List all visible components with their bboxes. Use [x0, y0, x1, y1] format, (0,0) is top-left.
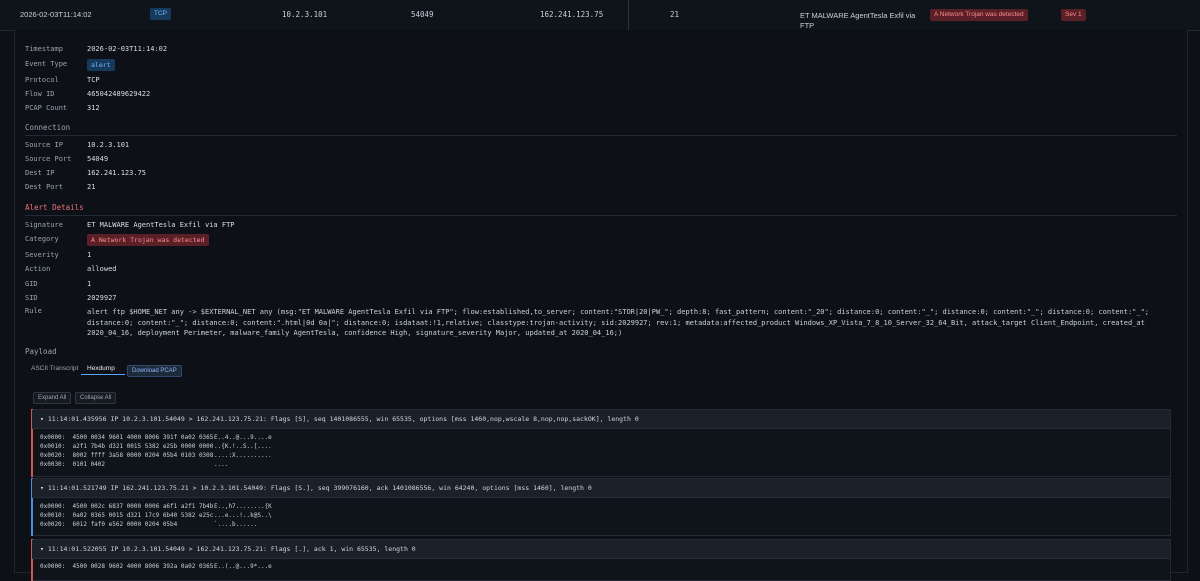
- alert-summary-row[interactable]: 2026-02-03T11:14:02 TCP 10.2.3.101 54049…: [0, 0, 1200, 31]
- section-divider: [25, 135, 1177, 136]
- collapse-all-button[interactable]: Collapse All: [75, 392, 117, 404]
- packet-block: ▾ 11:14:01.522055 IP 10.2.3.101.54049 > …: [31, 539, 1171, 581]
- ascii-line: ....: [214, 461, 229, 468]
- hex-line: 0x0000: 4500 0028 9602 4000 8006 392a 0a…: [40, 563, 214, 570]
- section-alert-details-title: Alert Details: [25, 203, 84, 212]
- packet-header[interactable]: ▾ 11:14:01.435956 IP 10.2.3.101.54049 > …: [32, 410, 1170, 429]
- ascii-line: E..,h7........{K: [214, 503, 272, 510]
- summary-src-ip: 10.2.3.101: [282, 10, 328, 19]
- hex-line: 0x0020: 6012 faf0 e562 0000 0204 05b4: [40, 521, 178, 528]
- column-divider: [628, 0, 629, 30]
- hex-line: 0x0000: 4500 002c 6837 0000 0006 a6f1 a2…: [40, 503, 214, 510]
- summary-src-port: 54049: [411, 10, 434, 19]
- hex-line: 0x0020: 8002 ffff 3a58 0000 0204 05b4 01…: [40, 452, 214, 459]
- summary-dest-ip: 162.241.123.75: [540, 10, 604, 19]
- ascii-line: E..(..@...9*...e: [214, 563, 272, 570]
- summary-protocol-badge: TCP: [150, 8, 171, 20]
- packet-header[interactable]: ▾ 11:14:01.522055 IP 10.2.3.101.54049 > …: [32, 540, 1170, 559]
- section-payload-title: Payload: [25, 347, 57, 356]
- tab-hexdump[interactable]: Hexdump: [87, 365, 115, 372]
- tab-ascii-transcript[interactable]: ASCII Transcript: [31, 365, 78, 372]
- section-divider: [25, 215, 1177, 216]
- hex-line: 0x0030: 0101 0402: [40, 461, 106, 468]
- download-pcap-button[interactable]: Download PCAP: [127, 365, 182, 377]
- summary-category-badge: A Network Trojan was detected: [930, 9, 1028, 21]
- hex-line: 0x0010: a2f1 7b4b d321 0015 5382 e25b 00…: [40, 443, 214, 450]
- summary-signature: ET MALWARE AgentTesla Exfil via FTP: [800, 11, 916, 30]
- summary-timestamp: 2026-02-03T11:14:02: [20, 10, 92, 19]
- active-tab-indicator: [81, 374, 125, 375]
- packet-header[interactable]: ▾ 11:14:01.521749 IP 162.241.123.75.21 >…: [32, 479, 1170, 498]
- alert-detail-panel: Timestamp 2026-02-03T11:14:02 Event Type a…: [14, 30, 1188, 581]
- category-badge: A Network Trojan was detected: [87, 234, 209, 246]
- event-type-badge: alert: [87, 59, 115, 71]
- ascii-line: `....b......: [214, 521, 258, 528]
- hex-line: 0x0010: 0a02 0365 0015 d321 17c9 6b40 53…: [40, 512, 214, 519]
- alert-rule-text: alert ftp $HOME_NET any -> $EXTERNAL_NET…: [87, 308, 1150, 337]
- expand-all-button[interactable]: Expand All: [33, 392, 72, 404]
- packet-block: ▾ 11:14:01.435956 IP 10.2.3.101.54049 > …: [31, 409, 1171, 477]
- ascii-line: ....:X..........: [214, 452, 272, 459]
- summary-severity-badge: Sev 1: [1061, 9, 1086, 21]
- packet-block: ▾ 11:14:01.521749 IP 162.241.123.75.21 >…: [31, 478, 1171, 536]
- section-connection-title: Connection: [25, 123, 71, 132]
- ascii-line: ...e...!..k@S..\: [214, 512, 272, 519]
- ascii-line: ..{K.!..S..[....: [214, 443, 272, 450]
- summary-dest-port: 21: [670, 10, 680, 19]
- hex-line: 0x0000: 4500 0034 9601 4000 8006 391f 0a…: [40, 434, 214, 441]
- ascii-line: E..4..@...9....e: [214, 434, 272, 441]
